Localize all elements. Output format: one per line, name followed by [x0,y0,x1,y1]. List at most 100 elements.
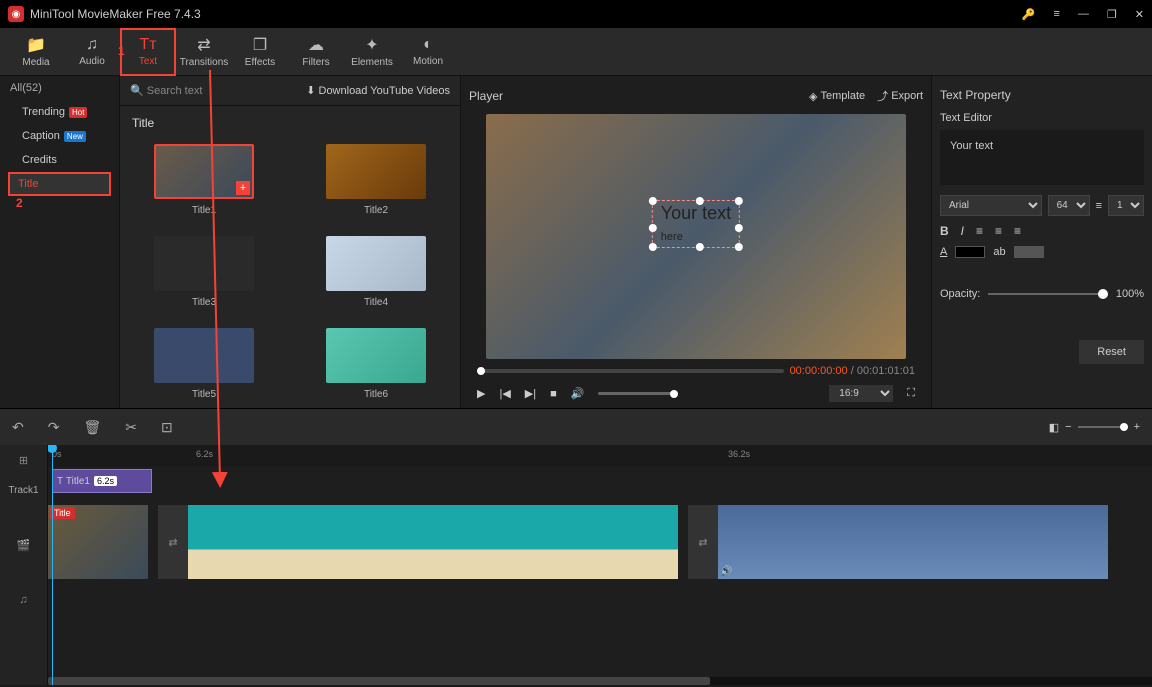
toolbar-text[interactable]: TᴛText [120,28,176,76]
transition-slot-2[interactable]: ⇄ [688,505,718,579]
title-clip[interactable]: T Title1 6.2s [52,469,152,493]
zoom-in-icon[interactable]: + [1134,421,1140,433]
menu-icon[interactable]: ≡ [1053,8,1059,20]
opacity-slider[interactable] [988,293,1108,295]
video-clip-1[interactable]: Title [48,505,148,579]
toolbar-filters[interactable]: ☁Filters [288,28,344,76]
timeline-scrollbar[interactable] [48,677,1152,685]
volume-slider[interactable] [598,392,678,395]
next-frame-icon[interactable]: ▶| [525,387,536,400]
add-track-icon[interactable]: ⊞ [0,445,47,475]
zoom-slider[interactable] [1078,426,1128,428]
thumb-title1[interactable]: +Title1 [138,144,270,216]
export-icon: ⤴ [877,88,888,104]
toolbar-motion[interactable]: ◐Motion [400,28,456,76]
thumb-title2[interactable]: Title2 [310,144,442,216]
opacity-value: 100% [1116,288,1144,300]
play-icon[interactable]: ▶ [477,387,485,400]
reset-button[interactable]: Reset [1079,340,1144,364]
template-button[interactable]: ◈ Template [809,90,865,103]
close-icon[interactable]: ✕ [1135,8,1144,21]
bold-icon[interactable]: B [940,224,949,238]
crop-icon[interactable]: ⊡ [161,419,173,436]
toolbar-media[interactable]: 📁Media [8,28,64,76]
category-title[interactable]: Title [8,172,111,196]
section-title: Title [120,106,460,136]
text-color-swatch[interactable] [955,246,985,258]
export-button[interactable]: ⤴ Export [877,88,923,104]
annotation-2: 2 [16,196,23,210]
video-track-icon[interactable]: 🎬 [0,505,47,585]
key-icon[interactable]: 🔑 [1022,8,1036,21]
title-tag: Title [50,507,75,519]
elements-icon: ✦ [365,35,378,55]
timeline-tracks[interactable]: 0s 6.2s 36.2s T Title1 6.2s Title ⇄ [48,445,1152,685]
props-header: Text Property [940,84,1144,112]
audio-track-icon[interactable]: ♫ [0,585,47,615]
highlight-swatch[interactable] [1014,246,1044,258]
player-scrubber[interactable] [477,369,784,373]
zoom-out-icon[interactable]: − [1065,421,1071,433]
undo-icon[interactable]: ↶ [12,419,24,436]
italic-icon[interactable]: I [961,224,964,238]
font-select[interactable]: Arial [940,195,1042,216]
timeline-area: ↶ ↷ 🗑 ✂ ⊡ ◧ − + ⊞ Track1 🎬 ♫ 0s 6.2s 36.… [0,408,1152,685]
category-trending[interactable]: TrendingHot [0,100,119,124]
filters-icon: ☁ [308,35,324,55]
titlebar: ◉ MiniTool MovieMaker Free 7.4.3 🔑 ≡ — ❐… [0,0,1152,28]
aspect-select[interactable]: 16:9 [829,385,893,402]
thumb-title5[interactable]: Title5 [138,328,270,400]
playhead[interactable] [52,445,53,685]
add-icon[interactable]: + [236,181,250,195]
main-toolbar: 📁Media♫AudioTᴛText⇄Transitions❐Effects☁F… [0,28,1152,76]
fullscreen-icon[interactable]: ⛶ [907,387,915,400]
time-total: 00:01:01:01 [857,365,915,377]
text-color-icon[interactable]: A [940,246,947,258]
toolbar-elements[interactable]: ✦Elements [344,28,400,76]
line-spacing-select[interactable]: 1 [1108,195,1144,216]
category-credits[interactable]: Credits [0,148,119,172]
highlight-icon[interactable]: ab [993,246,1005,258]
text-overlay[interactable]: Your text here [652,200,740,248]
stop-icon[interactable]: ■ [550,388,557,400]
video-clip-2[interactable] [188,505,678,579]
category-caption[interactable]: CaptionNew [0,124,119,148]
prev-frame-icon[interactable]: |◀ [499,387,510,400]
align-left-icon[interactable]: ≡ [976,224,983,238]
search-input[interactable]: 🔍 Search text [130,84,306,97]
app-title: MiniTool MovieMaker Free 7.4.3 [30,7,1022,21]
line-spacing-icon: ≡ [1096,200,1102,212]
transition-slot-1[interactable]: ⇄ [158,505,188,579]
timeline-ruler[interactable]: 0s 6.2s 36.2s [48,445,1152,467]
fit-icon[interactable]: ◧ [1049,421,1059,434]
player-preview[interactable]: Your text here [486,114,906,359]
volume-icon[interactable]: 🔊 [571,387,585,400]
text-editor-input[interactable]: Your text [940,130,1144,185]
transitions-icon: ⇄ [197,35,210,55]
thumb-title3[interactable]: Title3 [138,236,270,308]
align-right-icon[interactable]: ≡ [1014,224,1021,238]
text-property-panel: Text Property Text Editor Your text Aria… [932,76,1152,408]
maximize-icon[interactable]: ❐ [1107,8,1117,21]
video-clip-3[interactable]: 🔊 [718,505,1108,579]
search-icon: 🔍 [130,84,144,97]
redo-icon[interactable]: ↷ [48,419,60,436]
toolbar-effects[interactable]: ❐Effects [232,28,288,76]
delete-icon[interactable]: 🗑 [83,419,101,436]
align-center-icon[interactable]: ≡ [995,224,1002,238]
thumb-title6[interactable]: Title6 [310,328,442,400]
category-all[interactable]: All(52) [0,76,119,100]
track1-label: Track1 [0,475,47,505]
toolbar-transitions[interactable]: ⇄Transitions [176,28,232,76]
download-icon: ⬇ [306,84,315,97]
font-size-select[interactable]: 64 [1048,195,1090,216]
template-icon: ◈ [809,90,817,103]
download-youtube-link[interactable]: ⬇ Download YouTube Videos [306,84,450,97]
thumb-title4[interactable]: Title4 [310,236,442,308]
app-logo-icon: ◉ [8,6,24,22]
player-label: Player [469,89,797,103]
minimize-icon[interactable]: — [1078,8,1089,20]
opacity-label: Opacity: [940,288,980,300]
toolbar-audio[interactable]: ♫Audio [64,28,120,76]
split-icon[interactable]: ✂ [125,419,137,436]
